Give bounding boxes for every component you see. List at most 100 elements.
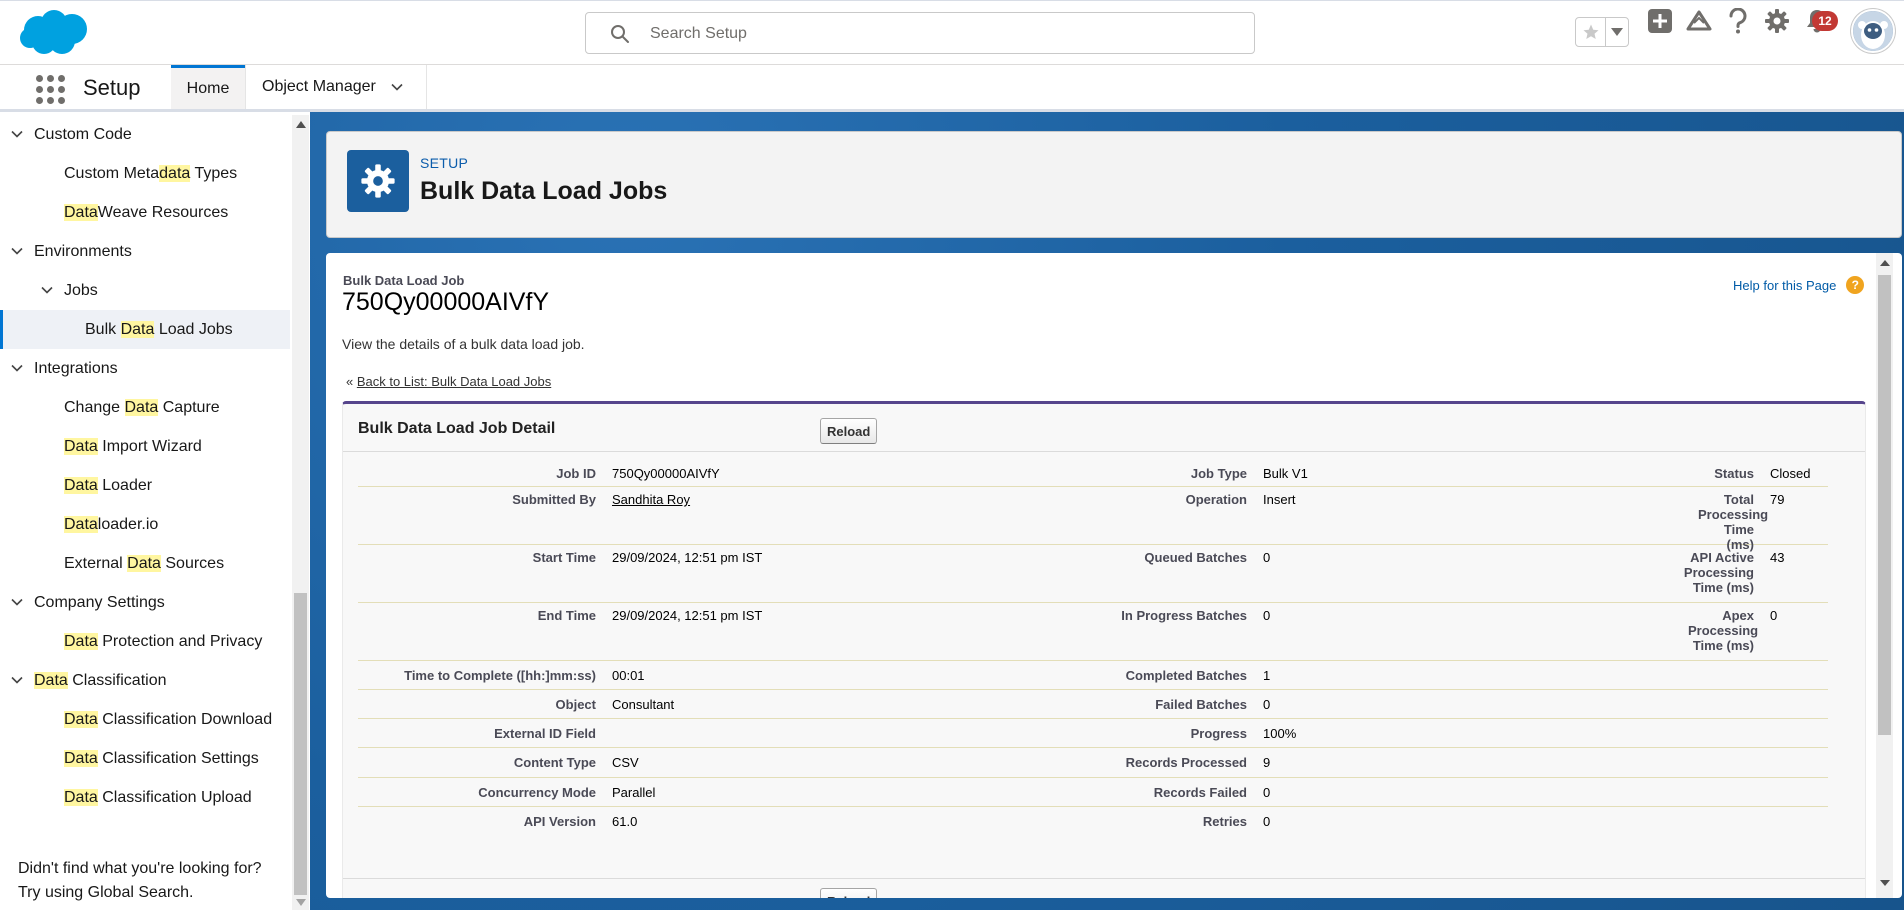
submitted-by-link[interactable]: Sandhita Roy xyxy=(612,492,690,507)
launcher-dot xyxy=(47,75,54,82)
record-id-title: 750Qy00000AIVfY xyxy=(342,288,550,316)
sidebar-item[interactable]: Environments xyxy=(0,232,290,271)
scroll-up-arrow[interactable] xyxy=(1880,260,1890,266)
sidebar-item[interactable]: Dataloader.io xyxy=(0,505,290,544)
add-icon xyxy=(1648,9,1672,33)
sidebar-item[interactable]: DataWeave Resources xyxy=(0,193,290,232)
label-text: Loader xyxy=(97,476,153,494)
label-text: Classification Upload xyxy=(97,788,252,806)
sidebar-item-label: Data Protection and Privacy xyxy=(64,632,263,651)
chevron-down-icon[interactable] xyxy=(390,80,404,94)
submitted-by-label: Submitted By xyxy=(512,492,596,507)
help-button[interactable] xyxy=(1723,6,1753,36)
chevron-down-icon[interactable] xyxy=(10,361,24,375)
label-text: Classification xyxy=(67,671,167,689)
user-avatar[interactable] xyxy=(1851,9,1895,53)
sidebar-item[interactable]: Data Protection and Privacy xyxy=(0,622,290,661)
sidebar-item[interactable]: External Data Sources xyxy=(0,544,290,583)
content-type-label: Content Type xyxy=(513,755,596,770)
page-eyebrow: SETUP xyxy=(420,155,469,171)
label-text: Sources xyxy=(160,554,225,572)
chevron-down-icon[interactable] xyxy=(10,673,24,687)
chevron-down-icon[interactable] xyxy=(40,283,54,297)
label-text: Custom Code xyxy=(34,125,132,143)
page-header: SETUP Bulk Data Load Jobs xyxy=(326,131,1902,238)
content-scrollbar[interactable] xyxy=(1876,253,1893,898)
app-launcher-button[interactable] xyxy=(34,73,65,104)
back-to-list-link[interactable]: Back to List: Bulk Data Load Jobs xyxy=(357,374,551,389)
sidebar-item[interactable]: Custom Metadata Types xyxy=(0,154,290,193)
records-failed-value: 0 xyxy=(1263,785,1271,800)
sidebar-item[interactable]: Data Classification Upload xyxy=(0,778,290,817)
in-progress-batches-value: 0 xyxy=(1263,608,1271,623)
detail-row: Concurrency Mode Parallel Records Failed… xyxy=(358,778,1828,807)
job-detail-block: Bulk Data Load Job Detail Reload Job ID … xyxy=(342,401,1866,898)
setup-page-icon xyxy=(347,150,409,212)
salesforce-logo[interactable] xyxy=(18,8,90,58)
reload-button-bottom[interactable]: Reload xyxy=(820,888,878,898)
sidebar-item-label: Data Classification xyxy=(34,671,167,690)
sidebar-item[interactable]: Data Import Wizard xyxy=(0,427,290,466)
chevron-down-icon[interactable] xyxy=(10,595,24,609)
trailhead-button[interactable] xyxy=(1684,6,1714,36)
search-highlight: Data xyxy=(64,749,98,767)
object-label: Object xyxy=(555,697,596,712)
chevron-down-icon[interactable] xyxy=(10,244,24,258)
help-for-page-link[interactable]: Help for this Page ? xyxy=(1733,276,1865,294)
back-to-list: « Back to List: Bulk Data Load Jobs xyxy=(346,374,551,389)
label-text: Load Jobs xyxy=(154,320,233,338)
sidebar-item[interactable]: Data Classification Download xyxy=(0,700,290,739)
search-highlight: Data xyxy=(120,320,155,338)
launcher-dot xyxy=(36,97,43,104)
setup-gear-button[interactable] xyxy=(1762,6,1792,36)
completed-batches-value: 1 xyxy=(1263,668,1271,683)
sidebar-item-label: Data Classification Settings xyxy=(64,749,259,768)
scrollbar-thumb[interactable] xyxy=(1878,275,1891,735)
global-search[interactable] xyxy=(585,12,1255,54)
global-header: 12 xyxy=(0,0,1904,65)
scroll-up-arrow[interactable] xyxy=(296,121,306,128)
tab-home[interactable]: Home xyxy=(171,65,245,109)
end-time-label: End Time xyxy=(537,608,596,623)
scroll-down-arrow[interactable] xyxy=(296,899,306,906)
label-text: Protection and Privacy xyxy=(97,632,263,650)
search-highlight: Data xyxy=(64,710,98,728)
search-highlight: Data xyxy=(64,437,98,455)
sidebar-item[interactable]: Change Data Capture xyxy=(0,388,290,427)
records-failed-label: Records Failed xyxy=(1153,785,1247,800)
sidebar-item[interactable]: Data Classification Settings xyxy=(0,739,290,778)
chevron-down-icon[interactable] xyxy=(10,127,24,141)
scrollbar-thumb[interactable] xyxy=(294,593,307,895)
sidebar-item-label: Data Loader xyxy=(64,476,153,495)
progress-value: 100% xyxy=(1263,726,1297,741)
queued-batches-value: 0 xyxy=(1263,550,1271,565)
search-highlight: Data xyxy=(64,476,98,494)
sidebar-item-label: Custom Code xyxy=(34,126,132,144)
detail-row: Start Time 29/09/2024, 12:51 pm IST Queu… xyxy=(358,545,1828,603)
sidebar-item-label: Integrations xyxy=(34,360,118,378)
favorite-star-button[interactable] xyxy=(1576,18,1606,46)
tab-object-manager[interactable]: Object Manager xyxy=(245,65,427,109)
retries-value: 0 xyxy=(1263,814,1271,829)
label-text: Custom Meta xyxy=(64,164,160,182)
operation-label: Operation xyxy=(1185,492,1247,507)
sidebar-item[interactable]: Bulk Data Load Jobs xyxy=(0,310,290,349)
favorites-menu-button[interactable] xyxy=(1606,18,1628,46)
start-time-value: 29/09/2024, 12:51 pm IST xyxy=(612,550,763,565)
sidebar-item[interactable]: Jobs xyxy=(0,271,290,310)
search-input[interactable] xyxy=(650,22,1230,46)
sidebar-item[interactable]: Custom Code xyxy=(0,115,290,154)
label-text: Change xyxy=(64,398,125,416)
sidebar-item[interactable]: Company Settings xyxy=(0,583,290,622)
detail-title: Bulk Data Load Job Detail xyxy=(358,420,556,437)
label-text: Types xyxy=(190,164,238,182)
sidebar-item[interactable]: Integrations xyxy=(0,349,290,388)
sidebar-item[interactable]: Data Loader xyxy=(0,466,290,505)
sidebar-item[interactable]: Data Classification xyxy=(0,661,290,700)
search-highlight: Data xyxy=(64,788,98,806)
scroll-down-arrow[interactable] xyxy=(1880,880,1890,886)
detail-row: API Version 61.0 Retries 0 xyxy=(358,807,1828,836)
sidebar-scrollbar[interactable] xyxy=(292,115,309,910)
global-actions-button[interactable] xyxy=(1645,6,1675,36)
reload-button[interactable]: Reload xyxy=(820,418,878,444)
